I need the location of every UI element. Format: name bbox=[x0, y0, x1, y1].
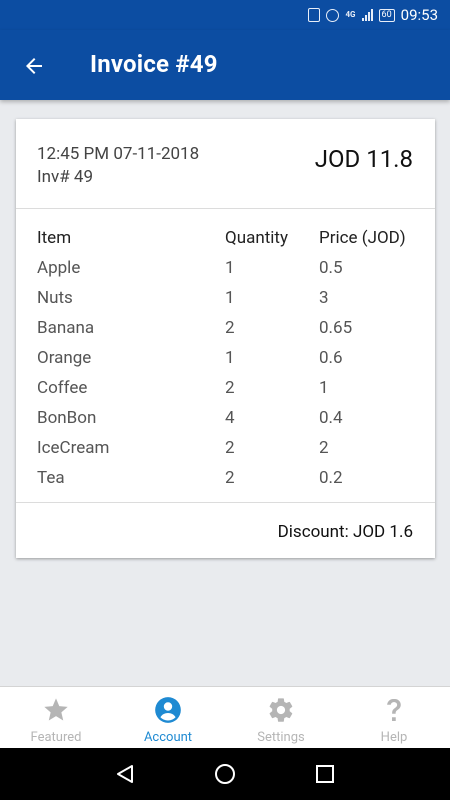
system-navigation-bar bbox=[0, 748, 450, 800]
column-header-quantity: Quantity bbox=[225, 228, 289, 248]
invoice-number: Inv# 49 bbox=[37, 167, 94, 187]
bottom-navigation: Featured Account Settings Help bbox=[0, 686, 450, 748]
item-price: 2 bbox=[319, 438, 329, 458]
item-name: Banana bbox=[37, 318, 95, 338]
table-header-row: Item Quantity Price (JOD) bbox=[16, 223, 435, 253]
app-bar: Invoice #49 bbox=[0, 30, 450, 100]
star-icon bbox=[44, 698, 68, 721]
item-quantity: 2 bbox=[225, 468, 235, 488]
table-row: IceCream 2 2 bbox=[16, 433, 435, 463]
item-price: 0.6 bbox=[319, 348, 343, 368]
item-quantity: 2 bbox=[225, 438, 235, 458]
invoice-datetime: 12:45 PM 07-11-2018 bbox=[37, 144, 200, 164]
item-quantity: 1 bbox=[225, 288, 235, 308]
item-name: Apple bbox=[37, 258, 81, 278]
item-quantity: 4 bbox=[225, 408, 235, 428]
vibrate-icon bbox=[308, 8, 321, 22]
table-row: Tea 2 0.2 bbox=[16, 463, 435, 493]
item-price: 0.5 bbox=[319, 258, 343, 278]
item-price: 0.4 bbox=[319, 408, 343, 428]
recents-square-icon[interactable] bbox=[313, 762, 337, 786]
invoice-total: JOD 11.8 bbox=[314, 145, 413, 173]
item-name: IceCream bbox=[37, 438, 110, 458]
item-quantity: 1 bbox=[225, 348, 235, 368]
back-arrow-icon[interactable] bbox=[18, 50, 50, 82]
account-circle-icon bbox=[155, 697, 181, 723]
column-header-price: Price (JOD) bbox=[319, 228, 406, 248]
page-title: Invoice #49 bbox=[90, 50, 218, 78]
item-quantity: 2 bbox=[225, 318, 235, 338]
item-name: Tea bbox=[37, 468, 65, 488]
table-row: Apple 1 0.5 bbox=[16, 253, 435, 283]
item-quantity: 2 bbox=[225, 378, 235, 398]
item-name: Coffee bbox=[37, 378, 88, 398]
table-row: Banana 2 0.65 bbox=[16, 313, 435, 343]
item-name: Nuts bbox=[37, 288, 73, 308]
nav-label: Featured bbox=[30, 730, 82, 745]
table-row: BonBon 4 0.4 bbox=[16, 403, 435, 433]
battery-icon: 60 bbox=[378, 8, 395, 22]
invoice-header: 12:45 PM 07-11-2018 Inv# 49 JOD 11.8 bbox=[16, 119, 435, 209]
item-price: 0.2 bbox=[319, 468, 343, 488]
status-bar: 4G 60 09:53 bbox=[0, 0, 450, 30]
item-quantity: 1 bbox=[225, 258, 235, 278]
nav-label: Settings bbox=[257, 730, 305, 745]
back-triangle-icon[interactable] bbox=[113, 762, 137, 786]
table-row: Orange 1 0.6 bbox=[16, 343, 435, 373]
item-price: 3 bbox=[319, 288, 329, 308]
table-row: Coffee 2 1 bbox=[16, 373, 435, 403]
nav-featured[interactable]: Featured bbox=[0, 687, 112, 749]
status-time: 09:53 bbox=[400, 6, 438, 24]
question-mark-icon bbox=[387, 698, 401, 721]
network-type: 4G bbox=[345, 10, 356, 19]
item-price: 0.65 bbox=[319, 318, 353, 338]
item-name: Orange bbox=[37, 348, 92, 368]
nav-help[interactable]: Help bbox=[338, 687, 450, 749]
item-name: BonBon bbox=[37, 408, 97, 428]
column-header-item: Item bbox=[37, 228, 72, 248]
home-circle-icon[interactable] bbox=[213, 762, 237, 786]
nav-label: Account bbox=[143, 730, 193, 745]
nav-settings[interactable]: Settings bbox=[225, 687, 337, 749]
gear-icon bbox=[269, 698, 293, 722]
signal-icon bbox=[361, 9, 373, 21]
invoice-discount: Discount: JOD 1.6 bbox=[277, 522, 413, 542]
table-row: Nuts 1 3 bbox=[16, 283, 435, 313]
invoice-items-table: Item Quantity Price (JOD) Apple 1 0.5 Nu… bbox=[16, 209, 435, 503]
alarm-icon bbox=[326, 8, 340, 22]
nav-account[interactable]: Account bbox=[112, 687, 224, 749]
nav-label: Help bbox=[380, 730, 408, 745]
item-price: 1 bbox=[319, 378, 329, 398]
invoice-card: 12:45 PM 07-11-2018 Inv# 49 JOD 11.8 Ite… bbox=[16, 119, 435, 558]
